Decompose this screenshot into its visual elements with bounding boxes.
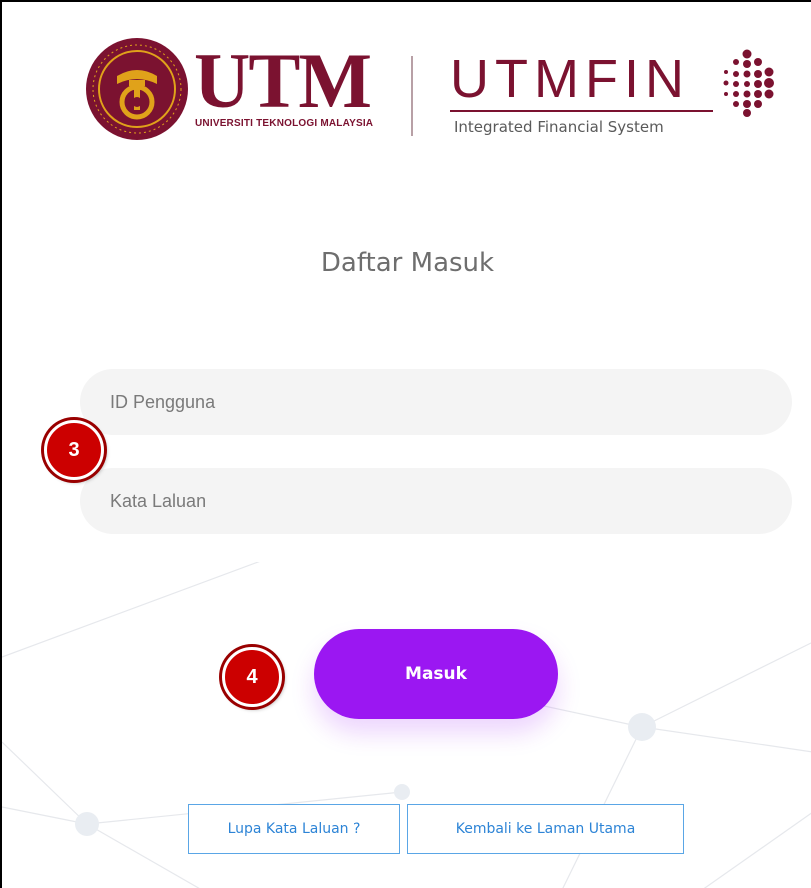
utmfin-logo: UTMFIN Integrated Financial System bbox=[450, 44, 780, 154]
utmfin-logo-text: UTMFIN bbox=[450, 49, 690, 109]
username-input[interactable] bbox=[80, 369, 792, 435]
utmfin-dots-icon bbox=[723, 49, 774, 117]
step-badge-fields: 3 bbox=[44, 420, 104, 480]
login-button[interactable]: Masuk bbox=[314, 629, 558, 719]
utmfin-logo-underline bbox=[450, 110, 713, 112]
logo-divider bbox=[411, 56, 413, 136]
utm-logo-subtitle: UNIVERSITI TEKNOLOGI MALAYSIA bbox=[195, 118, 374, 129]
utm-logo: UTM UNIVERSITI TEKNOLOGI MALAYSIA bbox=[84, 36, 384, 146]
utm-crest-icon bbox=[86, 38, 188, 140]
forgot-password-link[interactable]: Lupa Kata Laluan ? bbox=[188, 804, 400, 854]
login-title: Daftar Masuk bbox=[320, 248, 495, 278]
utmfin-logo-subtitle: Integrated Financial System bbox=[454, 118, 664, 136]
login-page: UTM UNIVERSITI TEKNOLOGI MALAYSIA UTMFIN… bbox=[0, 0, 811, 888]
back-home-link[interactable]: Kembali ke Laman Utama bbox=[407, 804, 684, 854]
utm-logo-text: UTM bbox=[194, 37, 372, 124]
password-input[interactable] bbox=[80, 468, 792, 534]
step-badge-submit: 4 bbox=[222, 647, 282, 707]
